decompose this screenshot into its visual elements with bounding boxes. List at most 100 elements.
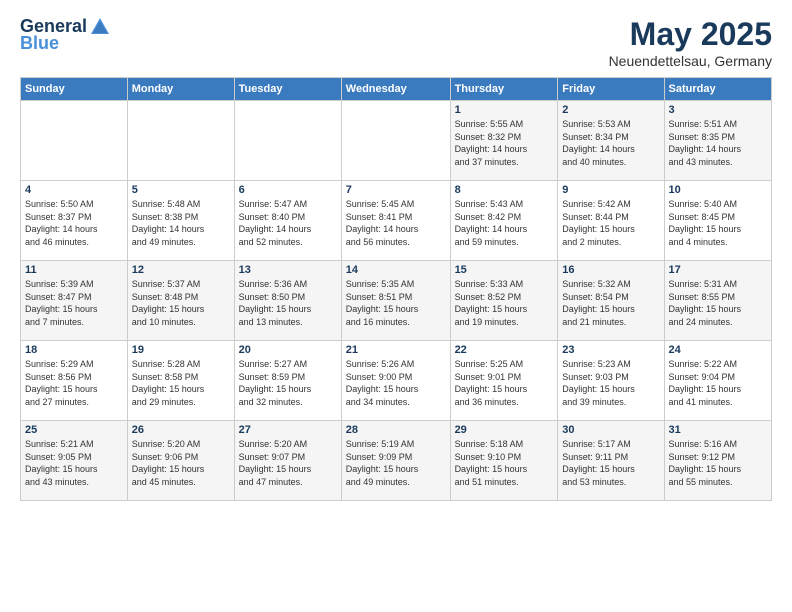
- day-cell-1-3: 7 Sunrise: 5:45 AM Sunset: 8:41 PM Daylig…: [341, 181, 450, 261]
- day-number: 31: [669, 424, 767, 436]
- day-cell-3-6: 24 Sunrise: 5:22 AM Sunset: 9:04 PM Dayli…: [664, 341, 771, 421]
- day-number: 3: [669, 104, 767, 116]
- day-number: 20: [239, 344, 337, 356]
- day-info: Sunrise: 5:22 AM Sunset: 9:04 PM Dayligh…: [669, 358, 767, 408]
- header-row: Sunday Monday Tuesday Wednesday Thursday…: [21, 78, 772, 101]
- logo-blue: Blue: [20, 34, 59, 54]
- day-cell-4-3: 28Sunrise: 5:19 AM Sunset: 9:09 PM Dayli…: [341, 421, 450, 501]
- day-cell-2-3: 14Sunrise: 5:35 AM Sunset: 8:51 PM Dayli…: [341, 261, 450, 341]
- day-cell-0-5: 2 Sunrise: 5:53 AM Sunset: 8:34 PM Daylig…: [558, 101, 664, 181]
- day-info: Sunrise: 5:20 AM Sunset: 9:06 PM Dayligh…: [132, 438, 230, 488]
- day-number: 21: [346, 344, 446, 356]
- col-monday: Monday: [127, 78, 234, 101]
- day-cell-0-6: 3 Sunrise: 5:51 AM Sunset: 8:35 PM Daylig…: [664, 101, 771, 181]
- day-number: 7: [346, 184, 446, 196]
- day-cell-4-1: 26 Sunrise: 5:20 AM Sunset: 9:06 PM Dayli…: [127, 421, 234, 501]
- day-number: 29: [455, 424, 554, 436]
- week-row-3: 18Sunrise: 5:29 AM Sunset: 8:56 PM Dayli…: [21, 341, 772, 421]
- day-cell-0-4: 1 Sunrise: 5:55 AM Sunset: 8:32 PM Daylig…: [450, 101, 558, 181]
- day-info: Sunrise: 5:45 AM Sunset: 8:41 PM Dayligh…: [346, 198, 446, 248]
- day-info: Sunrise: 5:23 AM Sunset: 9:03 PM Dayligh…: [562, 358, 659, 408]
- day-info: Sunrise: 5:16 AM Sunset: 9:12 PM Dayligh…: [669, 438, 767, 488]
- day-info: Sunrise: 5:47 AM Sunset: 8:40 PM Dayligh…: [239, 198, 337, 248]
- day-info: Sunrise: 5:21 AM Sunset: 9:05 PM Dayligh…: [25, 438, 123, 488]
- day-info: Sunrise: 5:32 AM Sunset: 8:54 PM Dayligh…: [562, 278, 659, 328]
- day-info: Sunrise: 5:29 AM Sunset: 8:56 PM Dayligh…: [25, 358, 123, 408]
- day-info: Sunrise: 5:17 AM Sunset: 9:11 PM Dayligh…: [562, 438, 659, 488]
- header: General Blue May 2025 Neuendettelsau, Ge…: [20, 16, 772, 69]
- day-number: 9: [562, 184, 659, 196]
- day-number: 1: [455, 104, 554, 116]
- day-cell-3-4: 22Sunrise: 5:25 AM Sunset: 9:01 PM Dayli…: [450, 341, 558, 421]
- day-info: Sunrise: 5:26 AM Sunset: 9:00 PM Dayligh…: [346, 358, 446, 408]
- day-info: Sunrise: 5:53 AM Sunset: 8:34 PM Dayligh…: [562, 118, 659, 168]
- day-cell-1-0: 4 Sunrise: 5:50 AM Sunset: 8:37 PM Daylig…: [21, 181, 128, 261]
- day-info: Sunrise: 5:55 AM Sunset: 8:32 PM Dayligh…: [455, 118, 554, 168]
- day-number: 22: [455, 344, 554, 356]
- logo: General Blue: [20, 16, 111, 54]
- day-cell-3-0: 18Sunrise: 5:29 AM Sunset: 8:56 PM Dayli…: [21, 341, 128, 421]
- title-section: May 2025 Neuendettelsau, Germany: [609, 16, 772, 69]
- day-number: 5: [132, 184, 230, 196]
- week-row-4: 25 Sunrise: 5:21 AM Sunset: 9:05 PM Dayli…: [21, 421, 772, 501]
- day-info: Sunrise: 5:18 AM Sunset: 9:10 PM Dayligh…: [455, 438, 554, 488]
- day-info: Sunrise: 5:50 AM Sunset: 8:37 PM Dayligh…: [25, 198, 123, 248]
- day-number: 24: [669, 344, 767, 356]
- day-info: Sunrise: 5:36 AM Sunset: 8:50 PM Dayligh…: [239, 278, 337, 328]
- day-info: Sunrise: 5:31 AM Sunset: 8:55 PM Dayligh…: [669, 278, 767, 328]
- day-info: Sunrise: 5:27 AM Sunset: 8:59 PM Dayligh…: [239, 358, 337, 408]
- day-cell-4-6: 31 Sunrise: 5:16 AM Sunset: 9:12 PM Dayli…: [664, 421, 771, 501]
- day-cell-0-2: [234, 101, 341, 181]
- calendar-body: 1 Sunrise: 5:55 AM Sunset: 8:32 PM Daylig…: [21, 101, 772, 501]
- week-row-1: 4 Sunrise: 5:50 AM Sunset: 8:37 PM Daylig…: [21, 181, 772, 261]
- day-number: 25: [25, 424, 123, 436]
- day-cell-2-2: 13 Sunrise: 5:36 AM Sunset: 8:50 PM Dayli…: [234, 261, 341, 341]
- day-cell-2-6: 17 Sunrise: 5:31 AM Sunset: 8:55 PM Dayli…: [664, 261, 771, 341]
- week-row-2: 11 Sunrise: 5:39 AM Sunset: 8:47 PM Dayli…: [21, 261, 772, 341]
- day-info: Sunrise: 5:33 AM Sunset: 8:52 PM Dayligh…: [455, 278, 554, 328]
- day-cell-3-3: 21 Sunrise: 5:26 AM Sunset: 9:00 PM Dayli…: [341, 341, 450, 421]
- main-title: May 2025: [609, 16, 772, 53]
- day-cell-1-4: 8Sunrise: 5:43 AM Sunset: 8:42 PM Daylig…: [450, 181, 558, 261]
- day-cell-2-0: 11 Sunrise: 5:39 AM Sunset: 8:47 PM Dayli…: [21, 261, 128, 341]
- day-cell-4-2: 27Sunrise: 5:20 AM Sunset: 9:07 PM Dayli…: [234, 421, 341, 501]
- day-cell-0-0: [21, 101, 128, 181]
- subtitle: Neuendettelsau, Germany: [609, 53, 772, 69]
- day-number: 16: [562, 264, 659, 276]
- day-cell-4-0: 25 Sunrise: 5:21 AM Sunset: 9:05 PM Dayli…: [21, 421, 128, 501]
- day-number: 19: [132, 344, 230, 356]
- day-cell-4-5: 30Sunrise: 5:17 AM Sunset: 9:11 PM Dayli…: [558, 421, 664, 501]
- col-friday: Friday: [558, 78, 664, 101]
- day-number: 4: [25, 184, 123, 196]
- day-info: Sunrise: 5:42 AM Sunset: 8:44 PM Dayligh…: [562, 198, 659, 248]
- day-number: 6: [239, 184, 337, 196]
- day-cell-3-2: 20 Sunrise: 5:27 AM Sunset: 8:59 PM Dayli…: [234, 341, 341, 421]
- day-info: Sunrise: 5:51 AM Sunset: 8:35 PM Dayligh…: [669, 118, 767, 168]
- week-row-0: 1 Sunrise: 5:55 AM Sunset: 8:32 PM Daylig…: [21, 101, 772, 181]
- day-info: Sunrise: 5:48 AM Sunset: 8:38 PM Dayligh…: [132, 198, 230, 248]
- day-info: Sunrise: 5:20 AM Sunset: 9:07 PM Dayligh…: [239, 438, 337, 488]
- day-number: 15: [455, 264, 554, 276]
- day-number: 10: [669, 184, 767, 196]
- calendar: Sunday Monday Tuesday Wednesday Thursday…: [20, 77, 772, 501]
- day-number: 28: [346, 424, 446, 436]
- day-number: 13: [239, 264, 337, 276]
- page: General Blue May 2025 Neuendettelsau, Ge…: [0, 0, 792, 612]
- day-number: 17: [669, 264, 767, 276]
- day-number: 11: [25, 264, 123, 276]
- col-tuesday: Tuesday: [234, 78, 341, 101]
- day-info: Sunrise: 5:35 AM Sunset: 8:51 PM Dayligh…: [346, 278, 446, 328]
- col-thursday: Thursday: [450, 78, 558, 101]
- day-info: Sunrise: 5:39 AM Sunset: 8:47 PM Dayligh…: [25, 278, 123, 328]
- day-cell-4-4: 29 Sunrise: 5:18 AM Sunset: 9:10 PM Dayli…: [450, 421, 558, 501]
- day-cell-2-1: 12Sunrise: 5:37 AM Sunset: 8:48 PM Dayli…: [127, 261, 234, 341]
- logo-icon: [89, 16, 111, 38]
- day-number: 2: [562, 104, 659, 116]
- day-cell-2-4: 15 Sunrise: 5:33 AM Sunset: 8:52 PM Dayli…: [450, 261, 558, 341]
- day-cell-1-6: 10Sunrise: 5:40 AM Sunset: 8:45 PM Dayli…: [664, 181, 771, 261]
- calendar-header: Sunday Monday Tuesday Wednesday Thursday…: [21, 78, 772, 101]
- day-info: Sunrise: 5:37 AM Sunset: 8:48 PM Dayligh…: [132, 278, 230, 328]
- day-number: 26: [132, 424, 230, 436]
- day-cell-2-5: 16 Sunrise: 5:32 AM Sunset: 8:54 PM Dayli…: [558, 261, 664, 341]
- day-cell-0-3: [341, 101, 450, 181]
